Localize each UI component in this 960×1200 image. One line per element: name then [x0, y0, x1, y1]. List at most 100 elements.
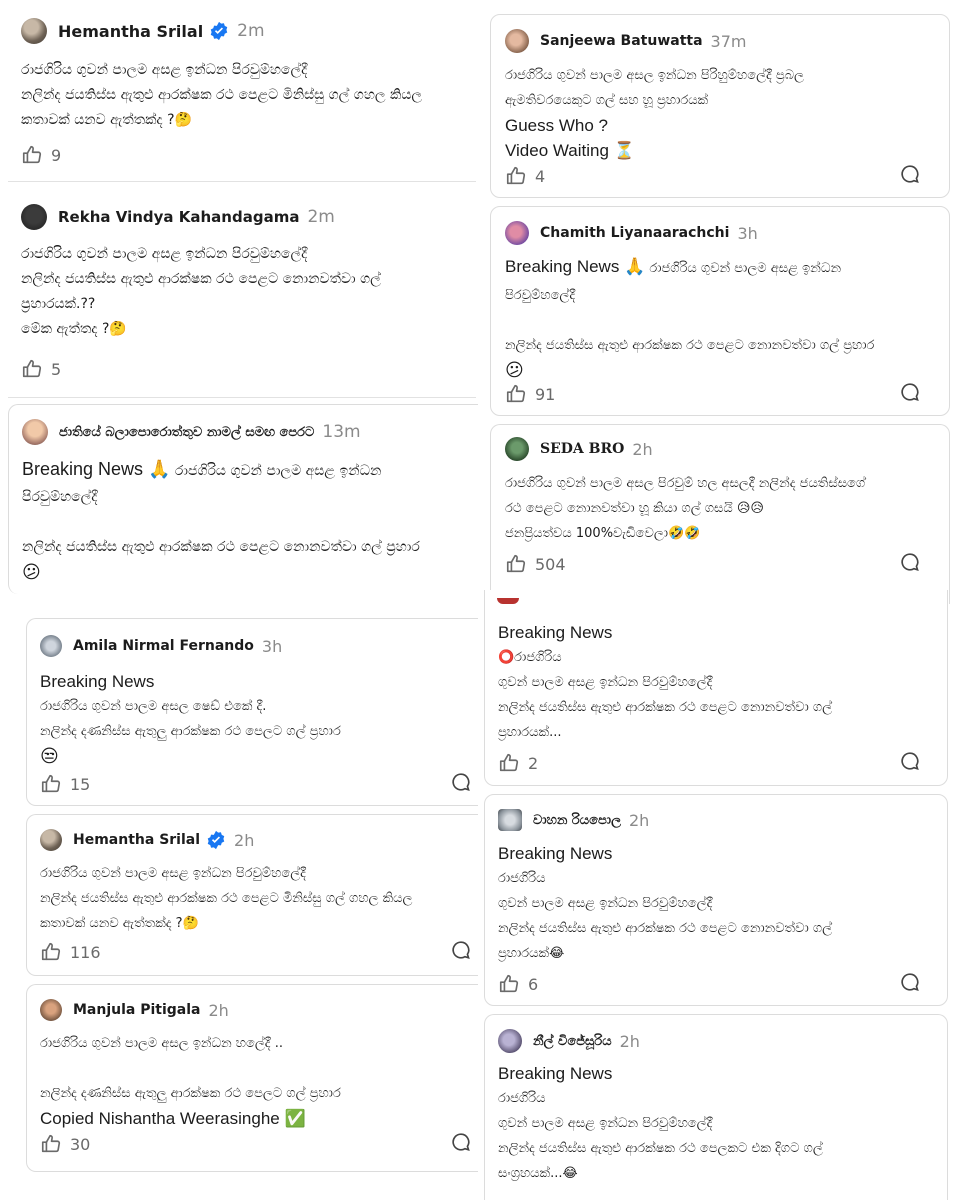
- user-avatar-icon[interactable]: [40, 829, 62, 851]
- user-avatar-icon[interactable]: [21, 204, 47, 230]
- post-card: Breaking News ⭕රාජගිරිය ගුවන් පාලම අසළ ඉ…: [484, 590, 948, 786]
- post-text-line: Video Waiting ⏳: [505, 141, 635, 160]
- author-name[interactable]: Amila Nirmal Fernando: [73, 638, 254, 654]
- thumbs-up-icon: [506, 166, 526, 185]
- post-text-line: නලින්ද දණනිස්ස ඇතුලු ආරක්ෂක රථ පෙලට ගල් …: [40, 1086, 341, 1101]
- post-text-line: නලින්ද දණනිස්ස ඇතුලු ආරක්ෂක රථ පෙලට ගල් …: [40, 724, 341, 739]
- user-avatar-icon[interactable]: [498, 1029, 522, 1053]
- comment-button[interactable]: [899, 163, 921, 189]
- user-avatar-icon[interactable]: [40, 635, 62, 657]
- thumbs-up-icon: [41, 942, 61, 961]
- author-name[interactable]: SEDA BRO: [540, 441, 624, 457]
- post-text-line: මේක ඇත්තද ?🤔: [21, 321, 127, 337]
- comment-bubble-icon: [452, 773, 470, 792]
- author-name[interactable]: ජාතියේ බලාපොරොත්තුව නාමල් සමඟ පෙරට: [59, 425, 314, 440]
- comment-button[interactable]: [899, 971, 921, 997]
- like-button[interactable]: 5: [21, 358, 61, 380]
- like-button[interactable]: 15: [40, 773, 90, 795]
- thumbs-up-icon: [22, 359, 42, 378]
- post-text-line: නලින්ද ජයතිස්ස ඇතුළු ආරක්ෂක රථ පෙලකට එක …: [498, 1141, 823, 1156]
- like-count: 9: [51, 145, 62, 165]
- author-name[interactable]: Hemantha Srilal: [73, 832, 200, 848]
- user-avatar-icon[interactable]: [22, 419, 48, 445]
- user-avatar-icon[interactable]: [505, 221, 529, 245]
- comment-button[interactable]: [899, 750, 921, 776]
- comment-bubble-icon: [901, 383, 919, 402]
- breaking-news-headline: Breaking News: [498, 1064, 613, 1083]
- post-text-line: ප්‍රහාරයක්😂: [498, 946, 565, 961]
- like-button[interactable]: 9: [21, 144, 61, 166]
- post-footer: 6: [498, 973, 947, 995]
- user-avatar-icon[interactable]: [505, 29, 529, 53]
- post-card: Amila Nirmal Fernando 3h Breaking News ර…: [26, 618, 478, 806]
- post-body: රාජගිරිය ගුවන් පාලම අසළ ඉන්ධන පිරවුම්හලේ…: [40, 861, 412, 936]
- post-card: Manjula Pitigala 2h රාජගිරිය ගුවන් පාලම …: [26, 984, 478, 1172]
- author-name[interactable]: Rekha Vindya Kahandagama: [58, 208, 299, 226]
- author-name[interactable]: Manjula Pitigala: [73, 1002, 201, 1018]
- comment-button[interactable]: [899, 551, 921, 577]
- comment-button[interactable]: [450, 771, 472, 797]
- author-name[interactable]: නීල් විජේසූරිය: [533, 1034, 612, 1049]
- post-text-line: රාජගිරිය ගුවන් පාලම අසල ෂෙඩ් එකේ දී.: [40, 699, 267, 714]
- post-time: 2h: [234, 830, 255, 850]
- post-header: වාහන රියපොල 2h: [498, 809, 649, 831]
- like-button[interactable]: 6: [498, 973, 538, 995]
- like-button[interactable]: 30: [40, 1133, 90, 1155]
- post-text-line: රාජගිරිය: [498, 871, 546, 886]
- user-avatar-icon[interactable]: [505, 437, 529, 461]
- author-name[interactable]: Hemantha Srilal: [58, 22, 203, 41]
- user-avatar-icon[interactable]: [498, 809, 522, 831]
- like-button[interactable]: 504: [505, 553, 566, 575]
- user-avatar-icon[interactable]: [40, 999, 62, 1021]
- post-card: Sanjeewa Batuwatta 37m රාජගිරිය ගුවන් පා…: [490, 14, 950, 198]
- post-text-line: 😕: [22, 562, 41, 583]
- comment-bubble-icon: [901, 165, 919, 184]
- post-text-line: නලින්ද ජයතිස්ස ඇතුළු ආරක්ෂක රථ පෙළට මිනි…: [21, 87, 423, 103]
- thumbs-up-icon: [22, 145, 42, 164]
- user-avatar-icon[interactable]: [497, 598, 519, 604]
- post-body: රාජගිරිය ගුවන් පාලම අසල ඉන්ධන හලේදී .. න…: [40, 1031, 341, 1131]
- post-body: Breaking News රාජගිරිය ගුවන් පාලම අසළ ඉන…: [498, 1061, 823, 1186]
- post-text-line: Guess Who ?: [505, 116, 608, 135]
- post-text-line: Copied Nishantha Weerasinghe ✅: [40, 1109, 306, 1128]
- like-count: 116: [70, 942, 101, 962]
- post-text-line: රථ පෙළට නොනවත්වා හූ කියා ගල් ගසයි 😥😥: [505, 501, 764, 516]
- user-avatar-icon[interactable]: [21, 18, 47, 44]
- comment-bubble-icon: [901, 752, 919, 771]
- like-count: 30: [70, 1134, 91, 1154]
- post-time: 2h: [619, 1031, 640, 1051]
- comment-button[interactable]: [450, 1131, 472, 1157]
- post-card: වාහන රියපොල 2h Breaking News රාජගිරිය ගු…: [484, 794, 948, 1006]
- post-time: 2h: [208, 1000, 229, 1020]
- like-button[interactable]: 116: [40, 941, 101, 963]
- post-header: Amila Nirmal Fernando 3h: [40, 635, 282, 657]
- like-button[interactable]: 91: [505, 383, 555, 405]
- post-card: Hemantha Srilal 2m රාජගිරිය ගුවන් පාලම අ…: [8, 6, 476, 182]
- post-time: 3h: [261, 636, 283, 656]
- post-time: 13m: [322, 422, 361, 442]
- author-name[interactable]: Chamith Liyanaarachchi: [540, 225, 729, 241]
- post-text-line: රාජගිරිය ගුවන් පාලම අසළ ඉන්ධන පිරවුම්හලේ…: [21, 62, 308, 78]
- post-card: ජාතියේ බලාපොරොත්තුව නාමල් සමඟ පෙරට 13m B…: [8, 404, 478, 594]
- post-footer: 15: [40, 773, 478, 795]
- comment-bubble-icon: [901, 553, 919, 572]
- post-text-line: ගුවන් පාලම අසළ ඉන්ධන පිරවුම්හලේදී: [498, 1116, 713, 1131]
- comment-button[interactable]: [899, 381, 921, 407]
- like-button[interactable]: 2: [498, 752, 538, 774]
- comment-bubble-icon: [452, 941, 470, 960]
- post-card: නීල් විජේසූරිය 2h Breaking News රාජගිරිය…: [484, 1014, 948, 1200]
- comment-button[interactable]: [450, 939, 472, 965]
- post-text-line: සංග්‍රහයක්...😂: [498, 1166, 578, 1181]
- post-footer: 5: [21, 358, 476, 380]
- author-name[interactable]: වාහන රියපොල: [533, 813, 621, 828]
- breaking-news-headline: Breaking News: [498, 623, 613, 642]
- post-header: Chamith Liyanaarachchi 3h: [505, 221, 758, 245]
- like-button[interactable]: 4: [505, 165, 545, 187]
- post-text-line: පිරවුම්හලේදී: [22, 489, 98, 505]
- post-text-line: ප්‍රහාරයක්...: [498, 725, 562, 740]
- post-time: 2h: [629, 810, 650, 830]
- post-body: Breaking News රාජගිරිය ගුවන් පාලම අසළ ඉන…: [498, 841, 832, 966]
- author-name[interactable]: Sanjeewa Batuwatta: [540, 33, 703, 49]
- thumbs-up-icon: [506, 554, 526, 573]
- thumbs-up-icon: [41, 1134, 61, 1153]
